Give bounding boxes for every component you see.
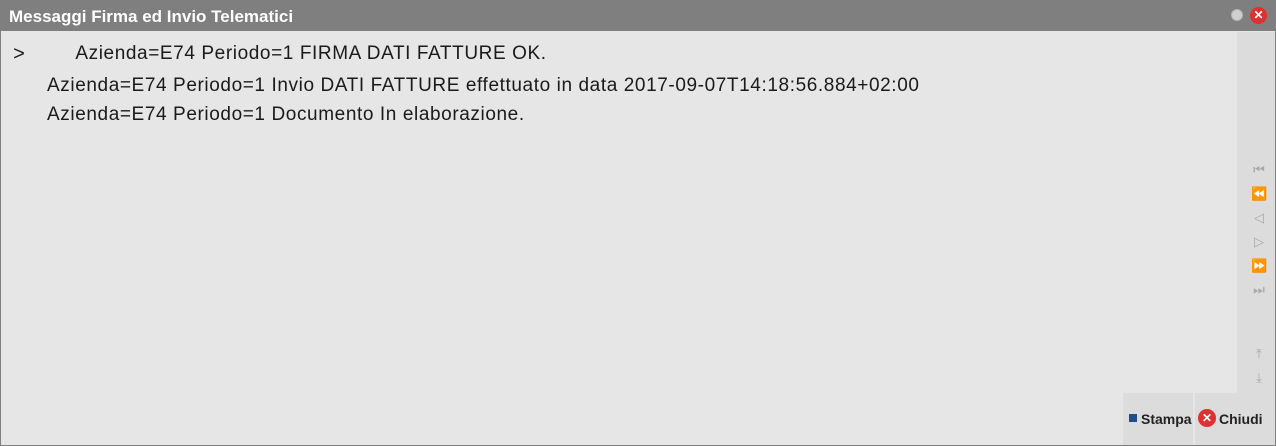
window-title: Messaggi Firma ed Invio Telematici [9,7,294,26]
minimize-icon[interactable] [1231,9,1243,21]
log-line: Azienda=E74 Periodo=1 FIRMA DATI FATTURE… [47,43,547,64]
next-record-icon[interactable]: ▷ [1251,235,1267,251]
log-line: Azienda=E74 Periodo=1 Documento In elabo… [47,104,525,125]
next-page-icon[interactable]: ⏩ [1251,259,1267,275]
message-window: Messaggi Firma ed Invio Telematici ✕ > A… [0,0,1276,446]
title-bar[interactable]: Messaggi Firma ed Invio Telematici ✕ [1,1,1275,31]
log-line: Azienda=E74 Periodo=1 Invio DATI FATTURE… [47,75,920,96]
message-log: > Azienda=E74 Periodo=1 FIRMA DATI FATTU… [1,32,1237,445]
action-bar: Stampa ✕ Chiudi [1123,393,1275,445]
prompt-marker: > [13,44,26,67]
stampa-label: Stampa [1141,411,1192,427]
previous-record-icon[interactable]: ◁ [1251,211,1267,227]
previous-page-icon[interactable]: ⏪ [1251,187,1267,203]
close-icon[interactable]: ✕ [1250,7,1267,24]
chiudi-label: Chiudi [1219,411,1263,427]
first-record-icon[interactable]: ⏮ [1251,163,1267,179]
close-icon: ✕ [1198,409,1216,427]
stampa-button[interactable]: Stampa [1123,393,1193,445]
last-record-icon[interactable]: ⏭ [1251,283,1267,299]
print-icon [1129,414,1137,422]
scroll-bottom-icon[interactable]: ⤓ [1251,371,1267,387]
chiudi-button[interactable]: ✕ Chiudi [1195,393,1275,445]
scroll-top-icon[interactable]: ⤒ [1251,347,1267,363]
